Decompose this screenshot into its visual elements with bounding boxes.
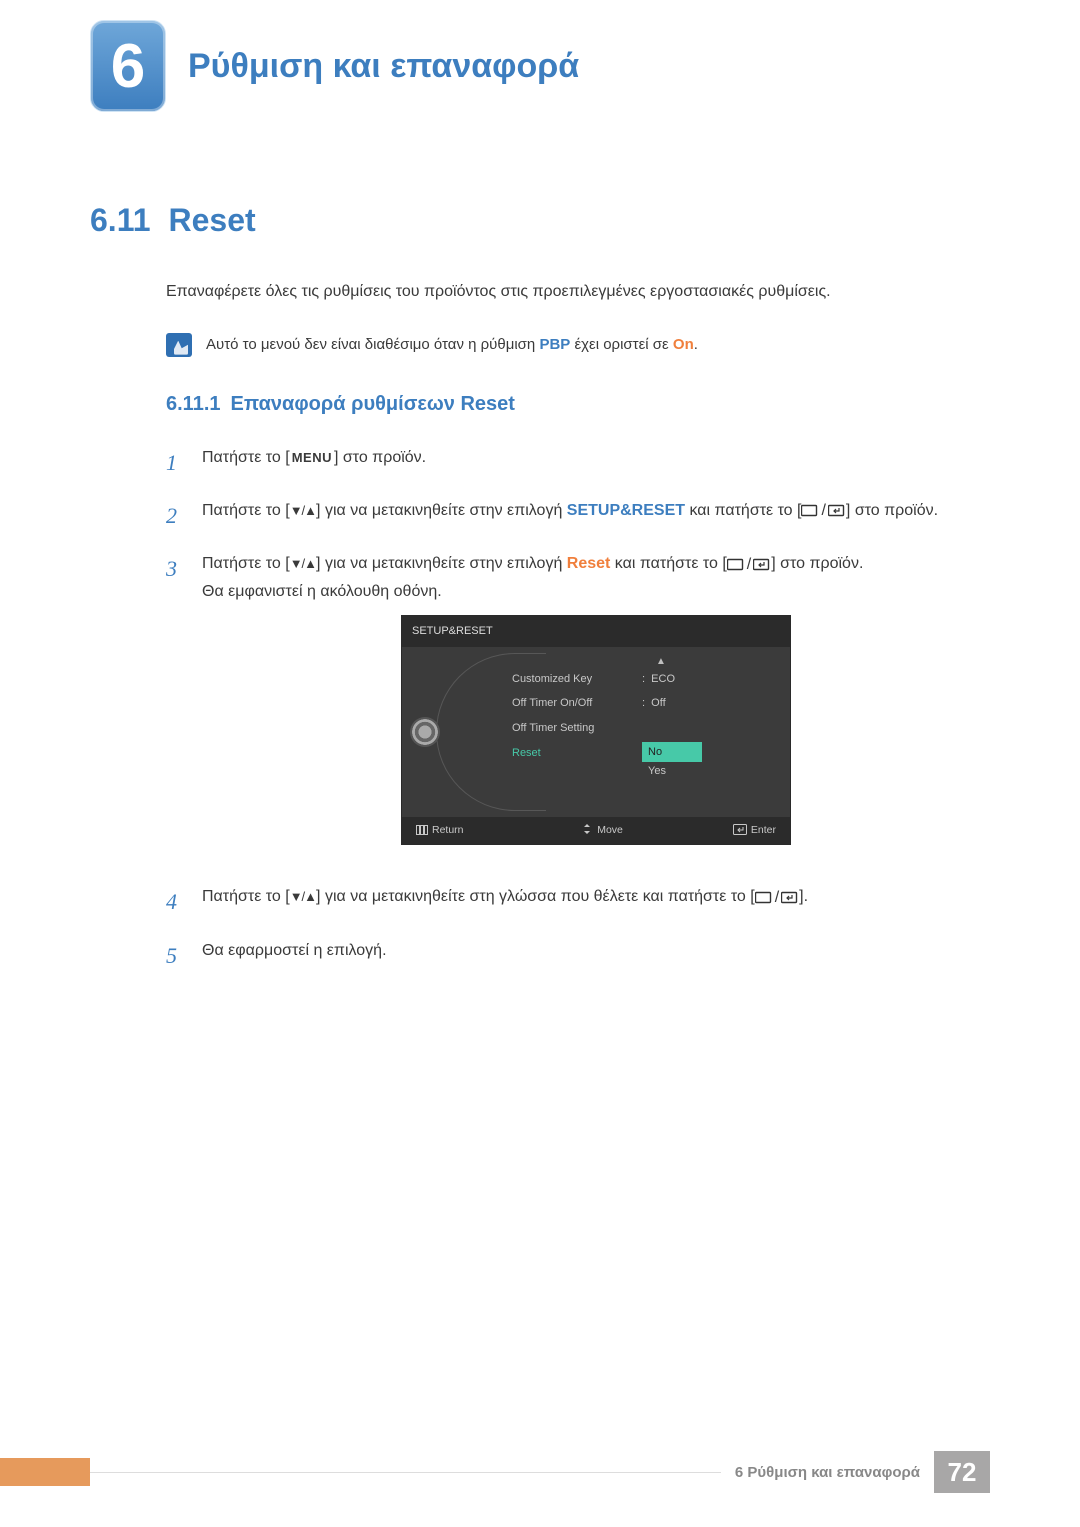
osd-value: : [642,670,651,689]
step4-b: ] για να μετακινηθείτε στη γλώσσα που θέ… [316,888,755,905]
osd-row: Customized Key : ECO [512,667,790,692]
page-footer: 6 Ρύθμιση και επαναφορά 72 [0,1451,1080,1493]
step-number: 2 [166,497,186,534]
page-number: 72 [934,1451,990,1493]
step2-a: Πατήστε το [ [202,502,290,519]
step-number: 3 [166,550,186,867]
osd-choice-selected: No [642,742,702,763]
note-mid: έχει οριστεί σε [570,336,673,353]
up-down-arrows-icon: ▼/▲ [290,889,316,904]
select-enter-icon: / [801,497,845,524]
subsection-heading: 6.11.1 Επαναφορά ρυθμίσεων Reset [166,393,990,416]
osd-row: Off Timer Setting [512,716,790,741]
osd-row-reset: Reset No Yes [512,741,790,784]
footer-text: 6 Ρύθμιση και επαναφορά [721,1464,934,1481]
section-heading: 6.11 Reset [90,202,990,239]
osd-choice-alt: Yes [642,764,672,778]
intro-paragraph: Επαναφέρετε όλες τις ρυθμίσεις του προϊό… [166,279,990,305]
subsection-title-text: Επαναφορά ρυθμίσεων Reset [231,393,515,415]
up-down-arrows-icon: ▼/▲ [290,556,316,571]
step1-a: Πατήστε το [ [202,449,290,466]
osd-header: SETUP&RESET [402,616,790,647]
select-enter-icon: / [755,884,799,911]
osd-move-label: Move [597,824,623,836]
up-down-arrows-icon: ▼/▲ [290,503,316,518]
osd-return: Return [416,822,464,840]
step-number: 1 [166,444,186,481]
step2-c: και πατήστε το [ [685,502,801,519]
step3-target: Reset [567,555,611,572]
step-5: 5 Θα εφαρμοστεί η επιλογή. [166,937,990,974]
osd-value-text: Off [651,694,665,713]
step2-b: ] για να μετακινηθείτε στην επιλογή [316,502,567,519]
note-pbp: PBP [539,336,570,353]
step3-c: και πατήστε το [ [610,555,726,572]
section-number: 6.11 [90,202,151,239]
step5-a: Θα εφαρμοστεί η επιλογή. [202,937,990,974]
footer-accent [0,1458,90,1486]
gear-icon [412,719,438,745]
step3-a: Πατήστε το [ [202,555,290,572]
osd-row: Off Timer On/Off : Off [512,691,790,716]
note-text: Αυτό το μενού δεν είναι διαθέσιμο όταν η… [206,333,698,357]
osd-menu: SETUP&RESET ▲ Customized Key : ECO [401,615,791,846]
osd-value-text: ECO [651,670,675,689]
osd-value: : [642,694,651,713]
step-3: 3 Πατήστε το [▼/▲] για να μετακινηθείτε … [166,550,990,867]
footer-rule [90,1472,721,1473]
step3-d: ] στο προϊόν. [771,555,863,572]
step-number: 4 [166,883,186,920]
section-title: Reset [169,202,256,239]
osd-footer: Return Move Enter [402,817,790,845]
menu-button-label: MENU [290,450,334,465]
scroll-up-icon: ▲ [656,653,666,670]
osd-move: Move [581,822,623,840]
step-1: 1 Πατήστε το [MENU] στο προϊόν. [166,444,990,481]
step3-b: ] για να μετακινηθείτε στην επιλογή [316,555,567,572]
step1-b: ] στο προϊόν. [334,449,426,466]
chapter-header: 6 Ρύθμιση και επαναφορά [90,20,990,112]
chapter-number-badge: 6 [90,20,166,112]
note-on: On [673,336,694,353]
chapter-title: Ρύθμιση και επαναφορά [188,47,579,86]
note-prefix: Αυτό το μενού δεν είναι διαθέσιμο όταν η… [206,336,539,353]
step-4: 4 Πατήστε το [▼/▲] για να μετακινηθείτε … [166,883,990,920]
note-block: Αυτό το μενού δεν είναι διαθέσιμο όταν η… [166,333,990,357]
osd-enter-label: Enter [751,824,776,836]
note-suffix: . [694,336,698,353]
note-icon [166,333,192,357]
step4-c: ]. [799,888,808,905]
step3-e: Θα εμφανιστεί η ακόλουθη οθόνη. [202,583,442,600]
steps-list: 1 Πατήστε το [MENU] στο προϊόν. 2 Πατήστ… [166,444,990,975]
select-enter-icon: / [727,551,771,578]
step-2: 2 Πατήστε το [▼/▲] για να μετακινηθείτε … [166,497,990,534]
osd-enter: Enter [733,822,776,840]
step2-d: ] στο προϊόν. [846,502,938,519]
step2-target: SETUP&RESET [567,502,685,519]
step-number: 5 [166,937,186,974]
osd-return-label: Return [432,824,464,836]
step4-a: Πατήστε το [ [202,888,290,905]
subsection-number: 6.11.1 [166,393,221,415]
